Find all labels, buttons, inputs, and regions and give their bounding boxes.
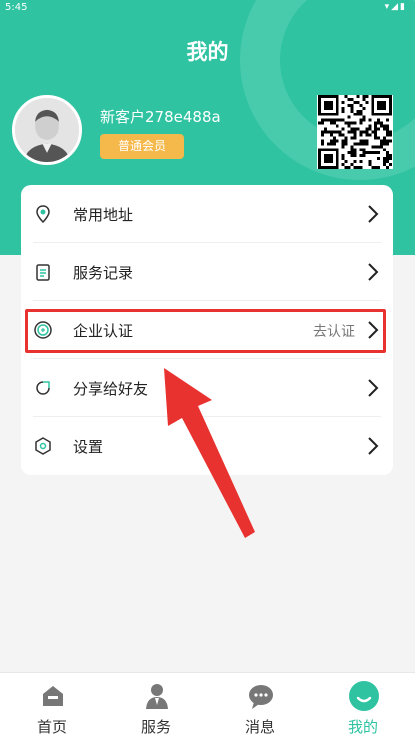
menu-item-share[interactable]: 分享给好友 <box>21 359 393 417</box>
avatar-placeholder-icon <box>15 98 79 162</box>
tab-label: 我的 <box>347 718 378 736</box>
profile-icon <box>349 681 379 711</box>
qr-code-icon[interactable] <box>317 95 393 169</box>
chevron-right-icon <box>367 204 379 224</box>
clipboard-icon <box>33 262 53 282</box>
status-icons: ▾◢▮ <box>384 2 407 12</box>
avatar[interactable] <box>12 95 82 165</box>
chevron-right-icon <box>367 378 379 398</box>
status-time: 5:45 <box>5 2 28 13</box>
tab-service[interactable]: 服务 <box>104 673 208 739</box>
page-title: 我的 <box>186 40 229 64</box>
tab-home[interactable]: 首页 <box>0 673 104 739</box>
tab-label: 首页 <box>36 718 67 736</box>
menu-item-service-records[interactable]: 服务记录 <box>21 243 393 301</box>
menu-item-enterprise-auth[interactable]: 企业认证 去认证 <box>21 301 393 359</box>
menu-item-label: 设置 <box>73 438 104 456</box>
menu-item-settings[interactable]: 设置 <box>21 417 393 475</box>
tab-profile[interactable]: 我的 <box>311 673 415 739</box>
tab-label: 消息 <box>244 718 275 736</box>
share-icon <box>33 378 53 398</box>
member-level-badge[interactable]: 普通会员 <box>100 134 184 159</box>
bottom-tab-bar: 首页 服务 消息 我的 <box>0 672 415 739</box>
chevron-right-icon <box>367 262 379 282</box>
menu-item-label: 企业认证 <box>73 322 134 340</box>
location-icon <box>33 204 53 224</box>
menu-item-address[interactable]: 常用地址 <box>21 185 393 243</box>
chevron-right-icon <box>367 436 379 456</box>
chevron-right-icon <box>367 320 379 340</box>
menu-item-label: 常用地址 <box>73 206 134 224</box>
enterprise-icon <box>33 320 53 340</box>
menu-item-value: 去认证 <box>313 324 355 340</box>
message-icon <box>246 681 276 711</box>
tab-messages[interactable]: 消息 <box>208 673 312 739</box>
username: 新客户278e488a <box>100 108 221 126</box>
tab-label: 服务 <box>140 718 171 736</box>
service-icon <box>142 681 172 711</box>
menu-item-label: 服务记录 <box>73 264 134 282</box>
menu-card: 常用地址 服务记录 企业认证 去认证 分享给好友 设置 <box>21 185 393 475</box>
settings-icon <box>33 436 53 456</box>
menu-item-label: 分享给好友 <box>73 380 149 398</box>
status-bar: 5:45 ▾◢▮ <box>0 0 415 16</box>
home-icon <box>38 681 68 711</box>
